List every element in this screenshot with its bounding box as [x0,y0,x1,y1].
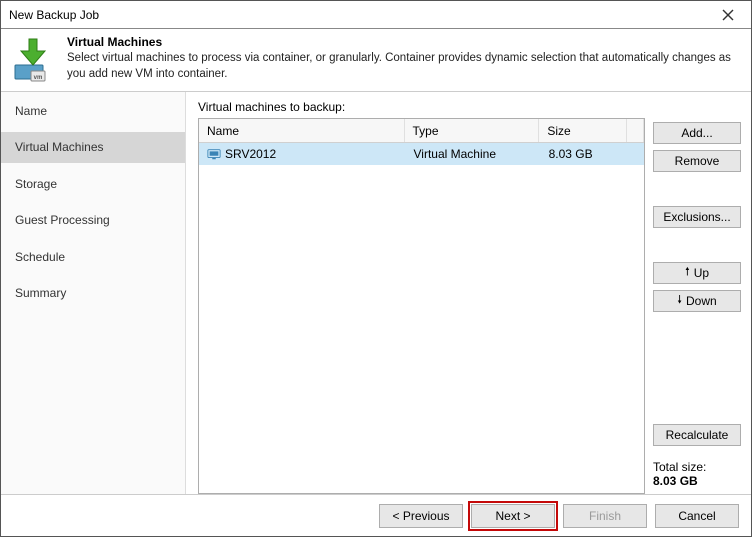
column-header-type[interactable]: Type [405,119,540,142]
vm-icon [207,147,221,161]
exclusions-button[interactable]: Exclusions... [653,206,741,228]
totals-label: Total size: [653,460,741,474]
list-label: Virtual machines to backup: [198,100,645,114]
side-button-column: Add... Remove Exclusions... 🠕Up 🠗Down Re… [653,100,741,494]
sidebar-item-label: Summary [15,286,66,300]
sidebar-item-schedule[interactable]: Schedule [1,242,185,272]
cancel-button[interactable]: Cancel [655,504,739,528]
main-area: Name Virtual Machines Storage Guest Proc… [1,92,751,494]
sidebar-item-label: Guest Processing [15,213,110,227]
cell-size: 8.03 GB [541,147,628,161]
finish-button[interactable]: Finish [563,504,647,528]
close-icon [722,9,734,21]
totals: Total size: 8.03 GB [653,460,741,488]
next-button[interactable]: Next > [471,504,555,528]
column-header-name[interactable]: Name [199,119,405,142]
titlebar: New Backup Job [1,1,751,29]
header-title: Virtual Machines [67,35,741,49]
sidebar-item-label: Name [15,104,47,118]
close-button[interactable] [713,4,743,26]
sidebar-item-label: Schedule [15,250,65,264]
window-title: New Backup Job [9,8,713,22]
cell-name: SRV2012 [225,147,276,161]
wizard-header: vm Virtual Machines Select virtual machi… [1,29,751,92]
cell-type: Virtual Machine [406,147,541,161]
sidebar-item-guest-processing[interactable]: Guest Processing [1,205,185,235]
previous-button[interactable]: < Previous [379,504,463,528]
down-button[interactable]: 🠗Down [653,290,741,312]
column-header-gap [627,119,644,142]
wizard-icon: vm [11,35,59,83]
sidebar-item-virtual-machines[interactable]: Virtual Machines [1,132,185,162]
grid-header: Name Type Size [199,119,644,143]
arrow-up-icon: 🠕 [685,263,690,282]
sidebar-item-label: Virtual Machines [15,140,104,154]
footer-button-bar: < Previous Next > Finish Cancel [1,494,751,536]
totals-value: 8.03 GB [653,474,741,488]
content-area: Virtual machines to backup: Name Type Si… [186,92,751,494]
up-button[interactable]: 🠕Up [653,262,741,284]
header-description: Select virtual machines to process via c… [67,51,741,82]
table-row[interactable]: SRV2012 Virtual Machine 8.03 GB [199,143,644,165]
remove-button[interactable]: Remove [653,150,741,172]
svg-text:vm: vm [34,75,43,81]
vm-grid: Name Type Size SRV2012 Virtual Machine [198,118,645,494]
sidebar-item-name[interactable]: Name [1,96,185,126]
wizard-steps-sidebar: Name Virtual Machines Storage Guest Proc… [1,92,186,494]
recalculate-button[interactable]: Recalculate [653,424,741,446]
grid-body: SRV2012 Virtual Machine 8.03 GB [199,143,644,493]
column-header-size[interactable]: Size [539,119,627,142]
sidebar-item-summary[interactable]: Summary [1,278,185,308]
arrow-down-icon: 🠗 [677,291,682,310]
sidebar-item-label: Storage [15,177,57,191]
add-button[interactable]: Add... [653,122,741,144]
sidebar-item-storage[interactable]: Storage [1,169,185,199]
